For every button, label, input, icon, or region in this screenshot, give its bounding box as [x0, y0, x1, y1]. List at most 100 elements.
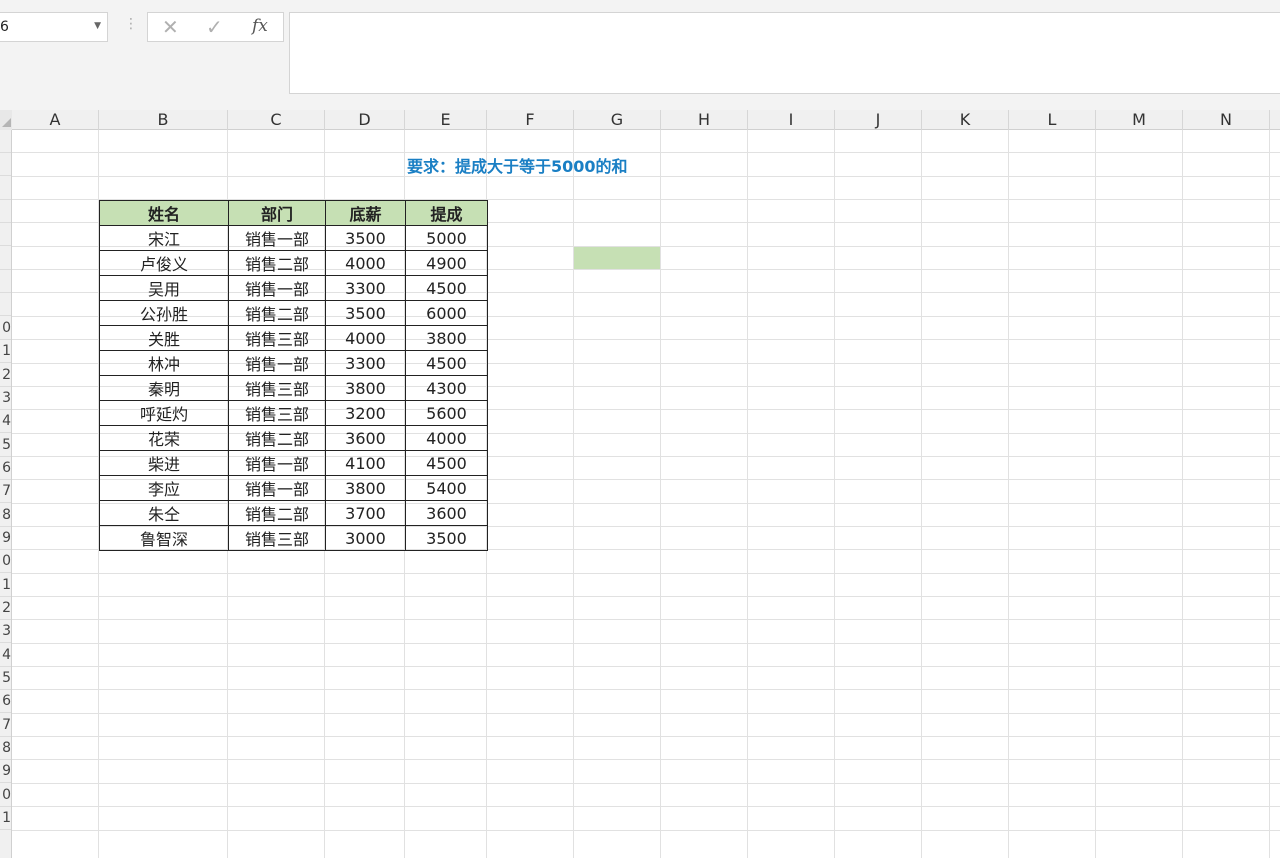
enter-icon[interactable]: ✓	[206, 15, 223, 39]
table-cell[interactable]: 销售一部	[228, 475, 326, 501]
table-cell[interactable]: 3500	[325, 225, 406, 251]
row-header[interactable]: 1	[0, 807, 11, 831]
table-cell[interactable]: 4300	[405, 375, 488, 401]
table-cell[interactable]: 3800	[325, 475, 406, 501]
table-cell[interactable]: 关胜	[99, 325, 229, 351]
table-cell[interactable]: 销售二部	[228, 300, 326, 326]
row-header[interactable]	[0, 293, 11, 317]
table-cell[interactable]: 销售二部	[228, 425, 326, 451]
row-header[interactable]	[0, 223, 11, 247]
cell-grid[interactable]: 要求：提成大于等于5000的和 姓名 部门 底薪 提成 宋江 销售一部 3500 5000 卢…	[12, 130, 1280, 858]
row-header[interactable]: 9	[0, 760, 11, 784]
table-cell[interactable]: 4500	[405, 450, 488, 476]
row-header[interactable]: 6	[0, 457, 11, 480]
column-header-m[interactable]: M	[1096, 110, 1183, 130]
insert-function-icon[interactable]: fx	[252, 16, 268, 36]
table-cell[interactable]: 吴用	[99, 275, 229, 301]
formula-input[interactable]	[289, 12, 1280, 94]
table-cell[interactable]: 销售一部	[228, 450, 326, 476]
row-header[interactable]: 5	[0, 667, 11, 691]
row-header[interactable]: 7	[0, 480, 11, 504]
table-cell[interactable]: 销售二部	[228, 250, 326, 276]
column-header-g[interactable]: G	[574, 110, 661, 130]
table-cell[interactable]: 呼延灼	[99, 400, 229, 426]
row-header[interactable]: 6	[0, 690, 11, 714]
table-header-cell[interactable]: 底薪	[325, 200, 406, 226]
table-cell[interactable]: 4900	[405, 250, 488, 276]
table-cell[interactable]: 林冲	[99, 350, 229, 376]
cancel-icon[interactable]: ✕	[162, 15, 179, 39]
table-cell[interactable]: 销售二部	[228, 500, 326, 526]
table-cell[interactable]: 销售三部	[228, 375, 326, 401]
table-cell[interactable]: 5000	[405, 225, 488, 251]
table-cell[interactable]: 卢俊义	[99, 250, 229, 276]
table-cell[interactable]: 销售一部	[228, 275, 326, 301]
column-header-f[interactable]: F	[487, 110, 574, 130]
row-header[interactable]: 0	[0, 784, 11, 807]
row-header[interactable]: 4	[0, 644, 11, 667]
row-header[interactable]: 3	[0, 620, 11, 644]
table-cell[interactable]: 秦明	[99, 375, 229, 401]
table-cell[interactable]: 6000	[405, 300, 488, 326]
table-cell[interactable]: 3700	[325, 500, 406, 526]
row-header[interactable]	[0, 130, 11, 153]
table-cell[interactable]: 宋江	[99, 225, 229, 251]
table-cell[interactable]: 5600	[405, 400, 488, 426]
row-header[interactable]: 0	[0, 317, 11, 340]
column-header-k[interactable]: K	[922, 110, 1009, 130]
table-header-cell[interactable]: 姓名	[99, 200, 229, 226]
table-cell[interactable]: 花荣	[99, 425, 229, 451]
table-cell[interactable]: 朱仝	[99, 500, 229, 526]
column-header-i[interactable]: I	[748, 110, 835, 130]
row-header[interactable]: 0	[0, 550, 11, 574]
table-header-cell[interactable]: 部门	[228, 200, 326, 226]
table-cell[interactable]: 4000	[325, 325, 406, 351]
column-header-b[interactable]: B	[99, 110, 228, 130]
table-cell[interactable]: 4500	[405, 350, 488, 376]
row-header[interactable]	[0, 153, 11, 177]
table-cell[interactable]: 鲁智深	[99, 525, 229, 551]
table-header-cell[interactable]: 提成	[405, 200, 488, 226]
table-cell[interactable]: 3300	[325, 350, 406, 376]
row-header[interactable]: 5	[0, 434, 11, 457]
column-header-a[interactable]: A	[12, 110, 99, 130]
table-cell[interactable]: 3200	[325, 400, 406, 426]
table-cell[interactable]: 3500	[405, 525, 488, 551]
table-cell[interactable]: 销售一部	[228, 350, 326, 376]
table-cell[interactable]: 3800	[405, 325, 488, 351]
row-header[interactable]: 7	[0, 714, 11, 737]
column-header-e[interactable]: E	[405, 110, 487, 130]
table-cell[interactable]: 李应	[99, 475, 229, 501]
row-header[interactable]: 2	[0, 597, 11, 620]
row-header[interactable]: 2	[0, 364, 11, 387]
row-header[interactable]: 1	[0, 340, 11, 364]
column-header-d[interactable]: D	[325, 110, 405, 130]
select-all-button[interactable]	[0, 110, 12, 130]
table-cell[interactable]: 销售三部	[228, 525, 326, 551]
row-header[interactable]: 9	[0, 527, 11, 550]
row-header[interactable]: 1	[0, 574, 11, 597]
row-header[interactable]	[0, 200, 11, 224]
table-cell[interactable]: 公孙胜	[99, 300, 229, 326]
table-cell[interactable]: 3600	[405, 500, 488, 526]
row-header[interactable]: 8	[0, 504, 11, 527]
row-header[interactable]: 4	[0, 410, 11, 434]
table-cell[interactable]: 销售三部	[228, 325, 326, 351]
selected-cell[interactable]	[574, 247, 660, 269]
row-header[interactable]	[0, 247, 11, 270]
title-cell[interactable]: 要求：提成大于等于5000的和	[407, 155, 807, 178]
table-cell[interactable]: 4500	[405, 275, 488, 301]
table-cell[interactable]: 3800	[325, 375, 406, 401]
table-cell[interactable]: 4000	[405, 425, 488, 451]
chevron-down-icon[interactable]: ▼	[94, 21, 101, 31]
table-cell[interactable]: 4100	[325, 450, 406, 476]
table-cell[interactable]: 3000	[325, 525, 406, 551]
column-header-h[interactable]: H	[661, 110, 748, 130]
table-cell[interactable]: 柴进	[99, 450, 229, 476]
table-cell[interactable]: 3500	[325, 300, 406, 326]
table-cell[interactable]: 4000	[325, 250, 406, 276]
table-cell[interactable]: 5400	[405, 475, 488, 501]
column-header-l[interactable]: L	[1009, 110, 1096, 130]
table-cell[interactable]: 销售三部	[228, 400, 326, 426]
row-header[interactable]: 8	[0, 737, 11, 761]
